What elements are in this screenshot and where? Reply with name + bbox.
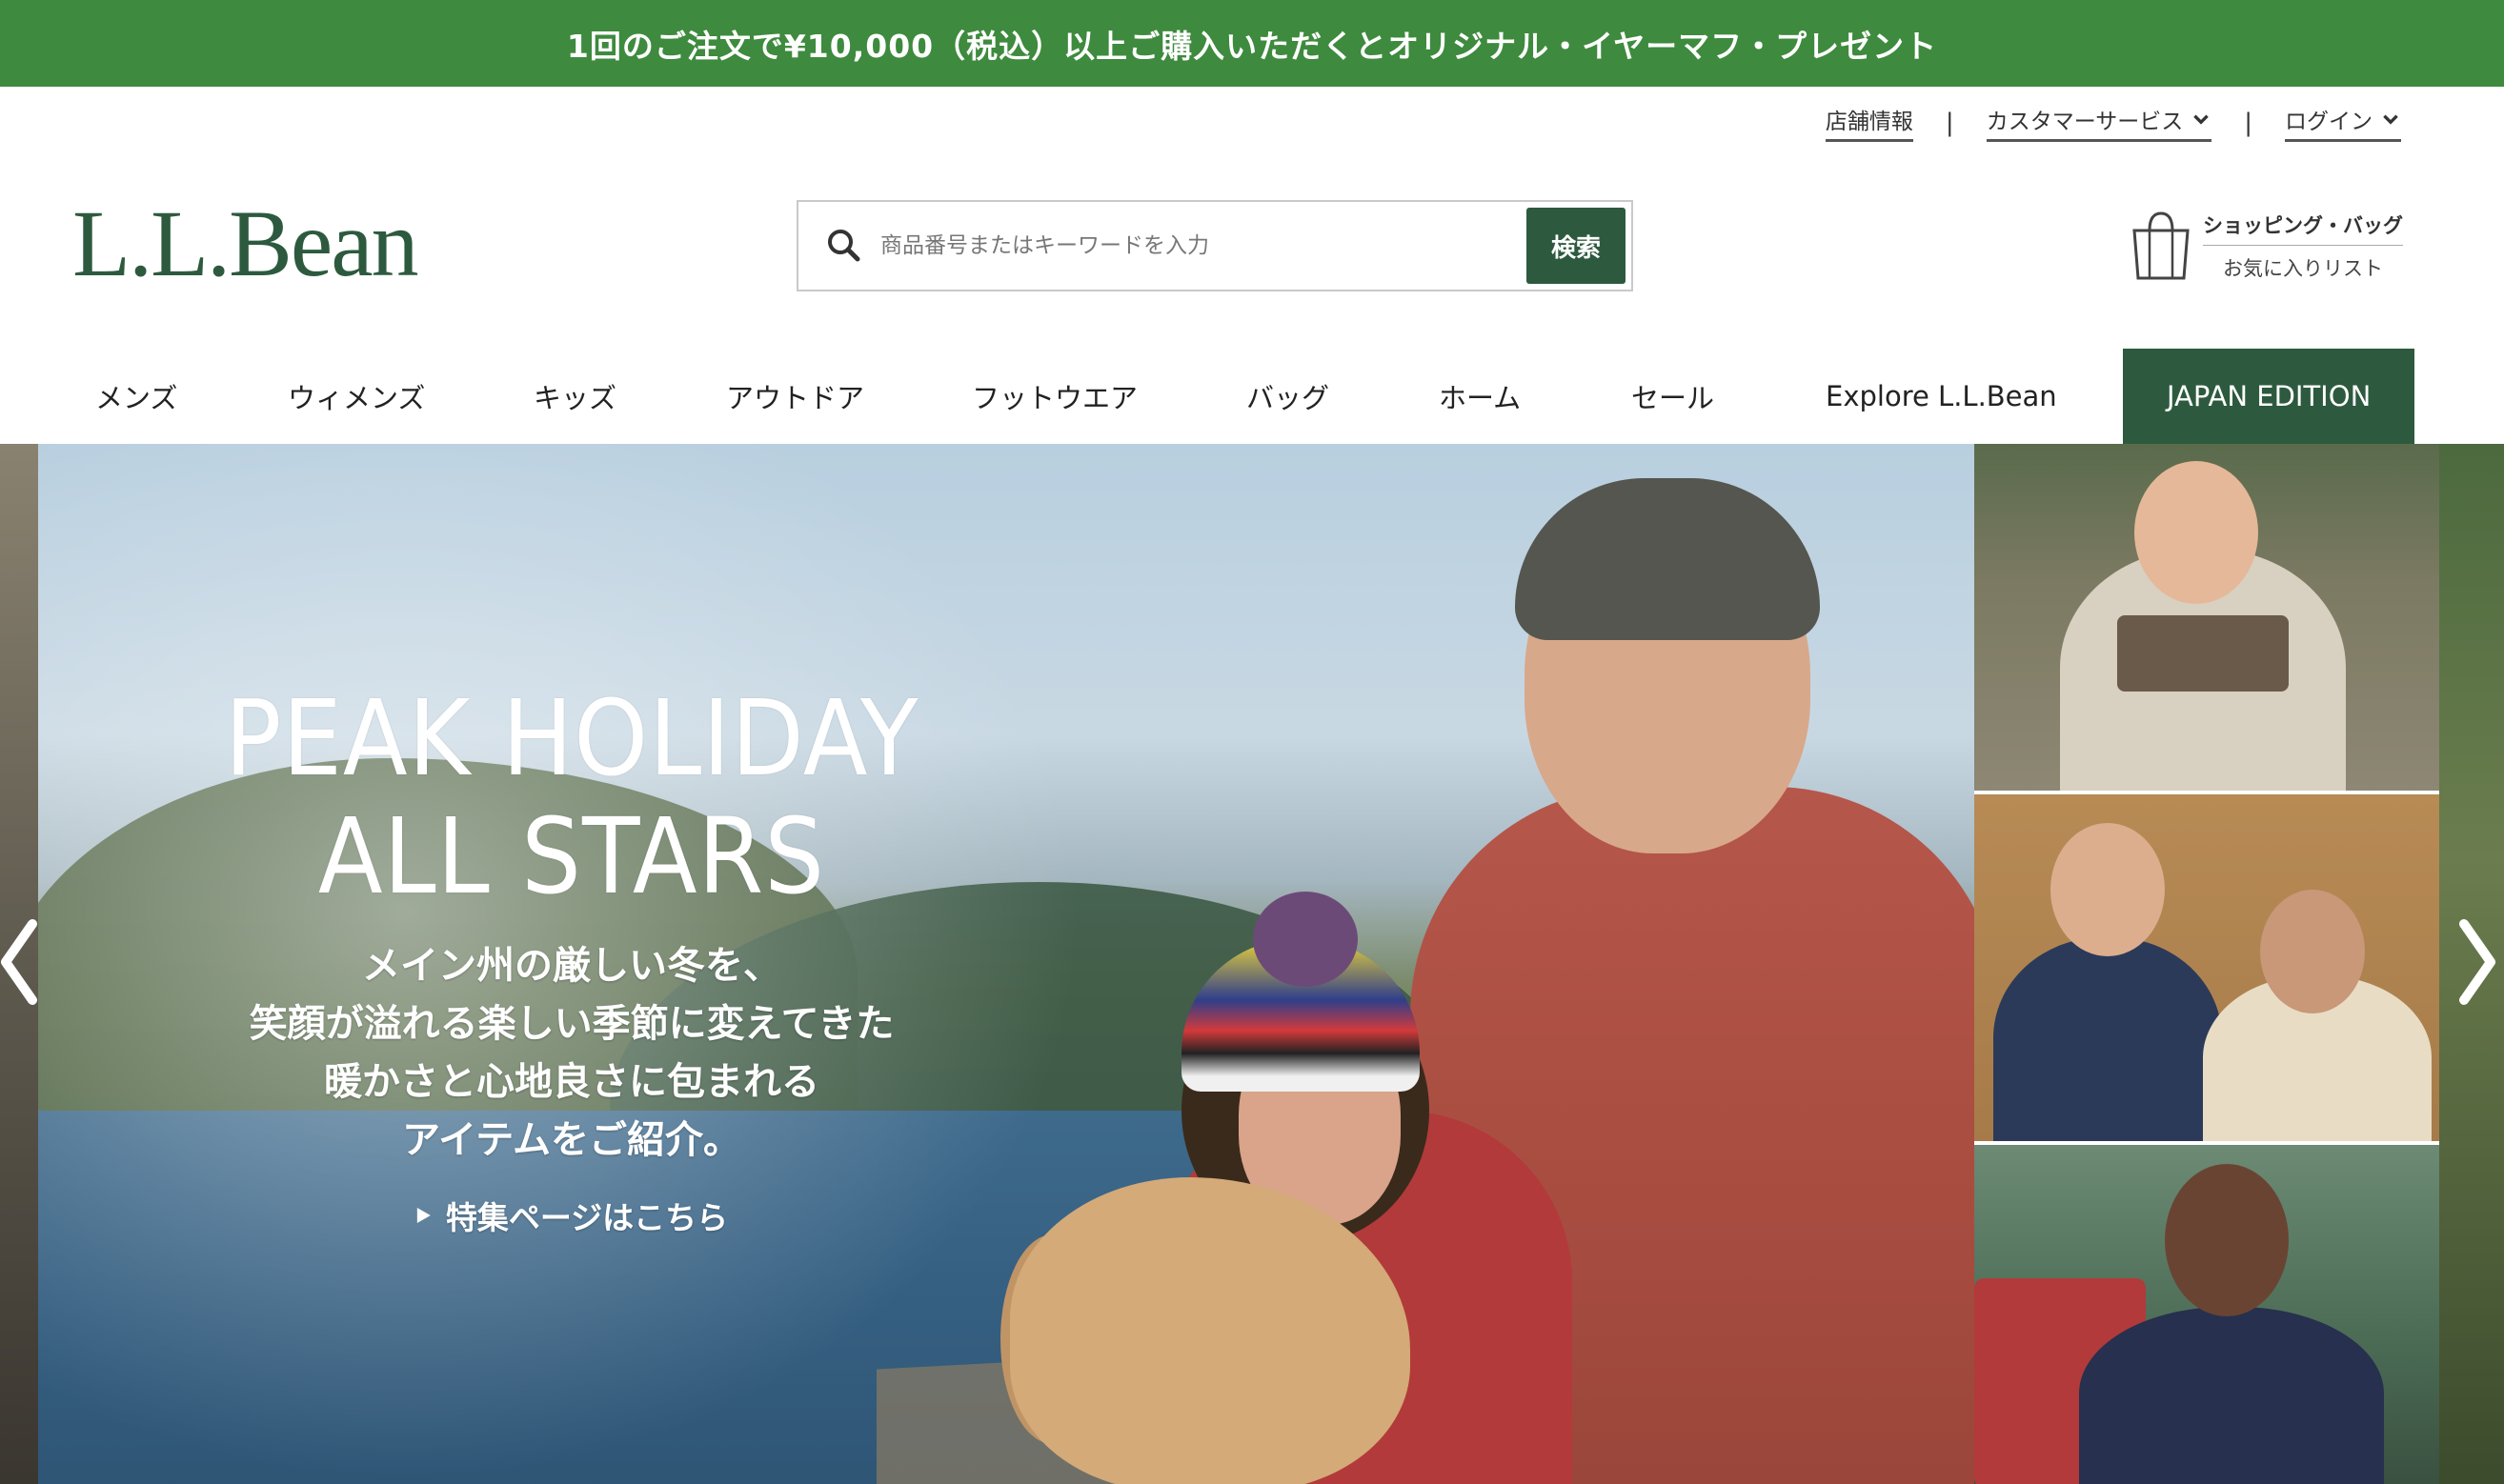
hero-body-line: 笑顔が溢れる楽しい季節に変えてきた [249,1002,895,1046]
triangle-right-icon [416,1208,431,1223]
hero-beanie [1515,478,1820,640]
promo-banner[interactable]: 1回のご注文で¥10,000（税込）以上ご購入いただくとオリジナル・イヤーマフ・… [0,0,2504,87]
promo-text[interactable]: 1回のご注文で¥10,000（税込）以上ご購入いただくとオリジナル・イヤーマフ・… [567,21,1937,67]
nav-item-outdoor[interactable]: アウトドア [726,349,864,444]
tote-bag-icon [2132,211,2190,280]
wishlist-link[interactable]: お気に入りリスト [2223,253,2383,282]
side-tile-couple[interactable] [1974,794,2439,1141]
hero-copy: PEAK HOLIDAY ALL STARS メイン州の厳しい冬を、 笑顔が溢れ… [38,444,1086,1484]
login-label: ログイン [2285,110,2373,134]
nav-item-kids[interactable]: キッズ [534,349,616,444]
arrow-right-icon[interactable] [2447,914,2504,1010]
nav-item-bags[interactable]: バッグ [1246,349,1329,444]
main-nav: メンズ ウィメンズ キッズ アウトドア フットウエア バッグ ホーム セール E… [36,349,2418,444]
store-info-link[interactable]: 店舗情報 [1825,103,1913,142]
customer-service-label: カスタマーサービス [1986,110,2184,134]
search-button[interactable]: 検索 [1526,208,1626,284]
hero-title-line1: PEAK HOLIDAY [224,677,919,799]
side-tile-woman-outdoors[interactable] [1974,1145,2439,1484]
hero-carousel: PEAK HOLIDAY ALL STARS メイン州の厳しい冬を、 笑顔が溢れ… [0,444,2504,1484]
tile-person [2050,823,2165,956]
nav-item-explore[interactable]: Explore L.L.Bean [1826,349,2057,444]
feature-page-label: 特集ページはこちら [445,1199,729,1236]
nav-item-mens[interactable]: メンズ [95,349,177,444]
hero-body: メイン州の厳しい冬を、 笑顔が溢れる楽しい季節に変えてきた 暖かさと心地良さに包… [143,937,1000,1170]
hero-body-line: アイテムをご紹介。 [402,1118,741,1162]
side-tile-women-sweater[interactable] [1974,444,2439,791]
login-link[interactable]: ログイン [2285,103,2401,142]
hero-body-line: メイン州の厳しい冬を、 [362,944,781,988]
search-bar: 検索 [797,200,1633,291]
nav-item-japan-edition[interactable]: JAPAN EDITION [2123,349,2415,444]
bag-text: ショッピング・バッグ お気に入りリスト [2203,211,2403,282]
search-icon [828,230,860,262]
tile-sweater-pattern [2117,615,2289,692]
hero-kids-hat [1253,892,1358,987]
tile-person [1993,937,2222,1141]
tile-person [2134,461,2258,604]
chevron-down-icon [2383,114,2398,125]
hero-title-line2: ALL STARS [317,795,826,917]
feature-page-link[interactable]: 特集ページはこちら [415,1193,728,1238]
shopping-bag[interactable]: ショッピング・バッグ お気に入りリスト [2130,208,2407,284]
utility-links: 店舗情報 | カスタマーサービス | ログイン [1825,103,2401,142]
store-info-label: 店舗情報 [1825,110,1913,134]
utility-separator: | [1945,108,1954,137]
brand-logo[interactable]: L.L.Bean [72,196,419,291]
nav-item-womens[interactable]: ウィメンズ [288,349,425,444]
nav-item-sale[interactable]: セール [1631,349,1714,444]
arrow-left-icon[interactable] [0,914,51,1010]
tile-person [2165,1164,2289,1316]
shopping-bag-label[interactable]: ショッピング・バッグ [2203,211,2403,246]
tile-person [2260,890,2365,1013]
nav-item-footwear[interactable]: フットウエア [972,349,1138,444]
nav-item-home[interactable]: ホーム [1439,349,1521,444]
utility-separator: | [2244,108,2252,137]
tile-person [2079,1307,2384,1484]
customer-service-link[interactable]: カスタマーサービス [1986,103,2212,142]
chevron-down-icon [2193,114,2210,125]
search-input[interactable] [880,202,1526,290]
hero-body-line: 暖かさと心地良さに包まれる [324,1060,819,1104]
